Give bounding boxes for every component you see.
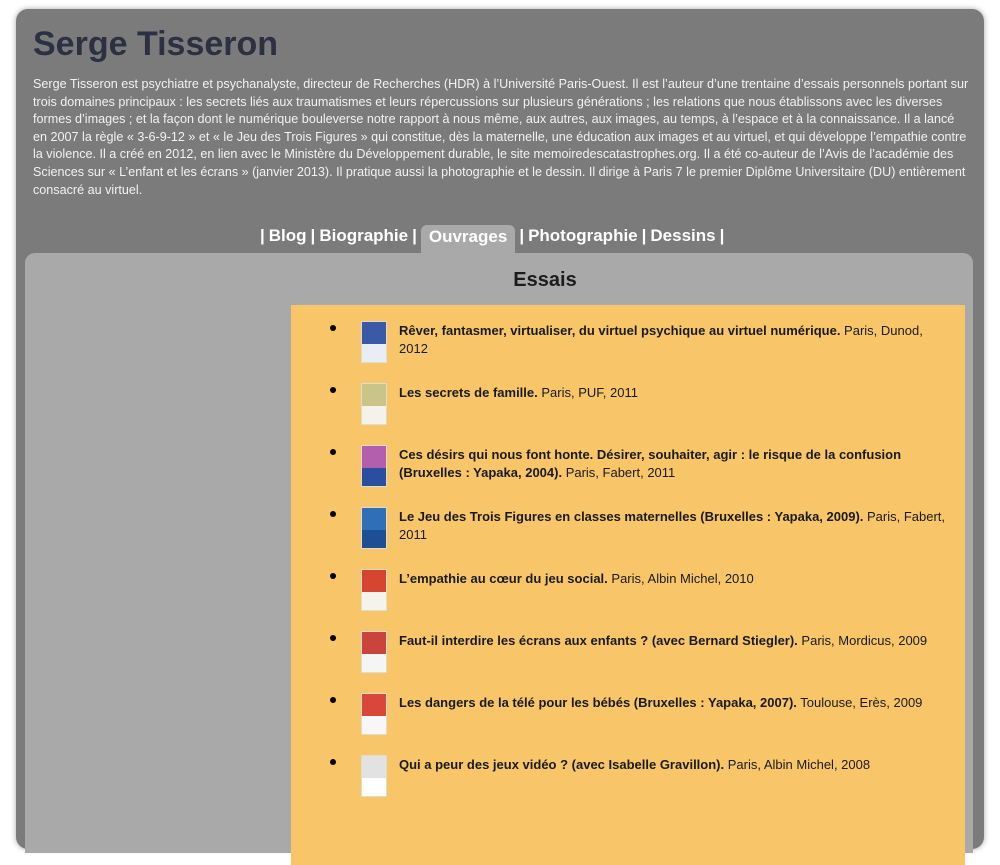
book-text: Qui a peur des jeux vidéo ? (avec Isabel…	[399, 756, 955, 774]
list-item: Ces désirs qui nous font honte. Désirer,…	[291, 429, 965, 491]
book-cover-image[interactable]	[361, 445, 387, 487]
page-container: Serge Tisseron Serge Tisseron est psychi…	[16, 9, 984, 865]
book-cover-image[interactable]	[361, 383, 387, 425]
nav-separator: |	[310, 226, 316, 245]
book-text: Faut-il interdire les écrans aux enfants…	[399, 632, 955, 650]
nav-separator: |	[412, 226, 417, 245]
nav-link-ouvrages[interactable]: Ouvrages	[420, 225, 516, 253]
book-cover-image[interactable]	[361, 631, 387, 673]
cover-band	[362, 322, 386, 344]
book-publication-details: Paris, PUF, 2011	[537, 385, 638, 400]
book-text: L’empathie au cœur du jeu social. Paris,…	[399, 570, 955, 588]
cover-band	[362, 694, 386, 716]
book-title[interactable]: Qui a peur des jeux vidéo ? (avec Isabel…	[399, 757, 724, 772]
list-item: Les dangers de la télé pour les bébés (B…	[291, 677, 965, 739]
nav-separator: |	[719, 226, 725, 245]
list-item: Les secrets de famille. Paris, PUF, 2011	[291, 367, 965, 429]
nav-separator: |	[641, 226, 647, 245]
list-item: Le Jeu des Trois Figures en classes mate…	[291, 491, 965, 553]
book-title[interactable]: Faut-il interdire les écrans aux enfants…	[399, 633, 798, 648]
content-panel: Essais Rêver, fantasmer, virtualiser, du…	[25, 253, 973, 865]
book-text: Rêver, fantasmer, virtualiser, du virtue…	[399, 322, 955, 358]
book-title[interactable]: Rêver, fantasmer, virtualiser, du virtue…	[399, 323, 840, 338]
cover-band	[362, 468, 386, 486]
author-intro: Serge Tisseron est psychiatre et psychan…	[33, 77, 969, 197]
nav-link-photographie[interactable]: Photographie	[528, 224, 638, 248]
bullet-icon	[330, 697, 336, 703]
nav-separator: |	[519, 226, 525, 245]
book-cover-image[interactable]	[361, 321, 387, 363]
cover-band	[362, 530, 386, 548]
site-title: Serge Tisseron	[33, 25, 279, 63]
cover-band	[362, 508, 386, 530]
book-publication-details: Paris, Albin Michel, 2010	[607, 571, 754, 586]
cover-band	[362, 592, 386, 610]
book-title[interactable]: L’empathie au cœur du jeu social.	[399, 571, 608, 586]
book-cover-image[interactable]	[361, 693, 387, 735]
book-title[interactable]: Les secrets de famille.	[399, 385, 538, 400]
book-text: Les dangers de la télé pour les bébés (B…	[399, 694, 955, 712]
bullet-icon	[330, 511, 336, 517]
bullet-icon	[330, 325, 336, 331]
bullet-icon	[330, 759, 336, 765]
book-publication-details: Paris, Albin Michel, 2008	[724, 757, 871, 772]
book-cover-image[interactable]	[361, 755, 387, 797]
essays-list-box: Rêver, fantasmer, virtualiser, du virtue…	[291, 305, 965, 865]
book-publication-details: Toulouse, Erès, 2009	[796, 695, 923, 710]
main-nav: | Blog | Biographie | Ouvrages | Photographie | D…	[256, 221, 728, 253]
cover-band	[362, 384, 386, 406]
cover-band	[362, 778, 386, 796]
list-item: Qui a peur des jeux vidéo ? (avec Isabel…	[291, 739, 965, 801]
list-item: L’empathie au cœur du jeu social. Paris,…	[291, 553, 965, 615]
cover-band	[362, 654, 386, 672]
cover-band	[362, 446, 386, 468]
list-item: Faut-il interdire les écrans aux enfants…	[291, 615, 965, 677]
book-title[interactable]: Les dangers de la télé pour les bébés (B…	[399, 695, 797, 710]
cover-band	[362, 344, 386, 362]
book-text: Les secrets de famille. Paris, PUF, 2011	[399, 384, 955, 402]
cover-band	[362, 406, 386, 424]
cover-band	[362, 632, 386, 654]
bullet-icon	[330, 387, 336, 393]
bullet-icon	[330, 449, 336, 455]
book-cover-image[interactable]	[361, 569, 387, 611]
bullet-icon	[330, 635, 336, 641]
list-item: Rêver, fantasmer, virtualiser, du virtue…	[291, 305, 965, 367]
nav-link-blog[interactable]: Blog	[269, 224, 307, 248]
section-title: Essais	[513, 269, 577, 291]
nav-separator: |	[260, 226, 265, 245]
book-publication-details: Paris, Mordicus, 2009	[797, 633, 928, 648]
nav-link-biographie[interactable]: Biographie	[319, 224, 408, 248]
book-cover-image[interactable]	[361, 507, 387, 549]
cover-band	[362, 716, 386, 734]
nav-link-dessins[interactable]: Dessins	[650, 224, 715, 248]
bullet-icon	[330, 573, 336, 579]
book-title[interactable]: Le Jeu des Trois Figures en classes mate…	[399, 509, 863, 524]
book-text: Ces désirs qui nous font honte. Désirer,…	[399, 446, 955, 482]
book-publication-details: Paris, Fabert, 2011	[562, 465, 676, 480]
book-text: Le Jeu des Trois Figures en classes mate…	[399, 508, 955, 544]
cover-band	[362, 570, 386, 592]
cover-band	[362, 756, 386, 778]
